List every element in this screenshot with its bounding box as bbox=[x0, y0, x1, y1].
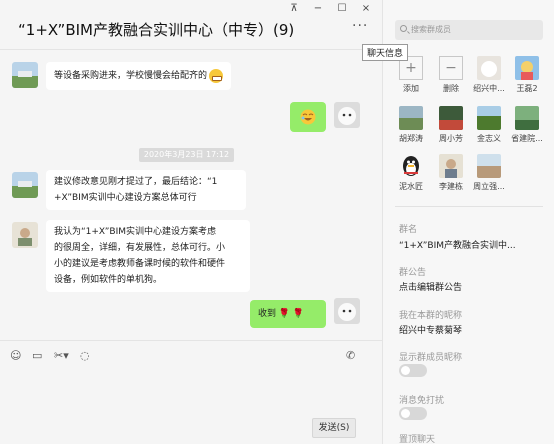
announcement-label: 群公告 bbox=[399, 268, 427, 278]
grin-emoji-icon bbox=[209, 68, 224, 83]
message-line: 建议修改意见刚才提过了，最后结论：“1 bbox=[54, 177, 218, 187]
minimize-button[interactable]: − bbox=[308, 3, 328, 14]
avatar bbox=[515, 106, 539, 130]
member-name: 李建栋 bbox=[439, 182, 463, 191]
my-avatar[interactable] bbox=[334, 298, 360, 324]
message-bubble[interactable]: 建议修改意见刚才提过了，最后结论：“1 +X”BIM实训中心建设方案总体可行 bbox=[46, 170, 246, 210]
member-name: 金志义 bbox=[477, 134, 501, 143]
member-item[interactable]: 李建栋 bbox=[435, 154, 467, 192]
sticker-bubble[interactable] bbox=[290, 102, 326, 132]
show-nicknames-label: 显示群成员昵称 bbox=[399, 353, 463, 363]
my-avatar[interactable] bbox=[334, 102, 360, 128]
maximize-button[interactable]: ☐ bbox=[332, 3, 352, 14]
member-item[interactable]: 胡郑涛 bbox=[395, 106, 427, 144]
member-item[interactable]: 泥水匠 bbox=[395, 154, 427, 192]
member-item[interactable]: 省建院... bbox=[511, 106, 543, 144]
group-name-label: 群名 bbox=[399, 225, 418, 235]
divider bbox=[395, 206, 543, 207]
message-bubble[interactable]: 我认为“1+X”BIM实训中心建设方案考虑 的很周全，详细，有发展性，总体可行。… bbox=[46, 220, 250, 292]
nickname-label: 我在本群的昵称 bbox=[399, 311, 463, 321]
emoji-icon[interactable]: ☺ bbox=[10, 349, 21, 362]
message-line: 设备，例如软件的单机狗。 bbox=[54, 275, 163, 285]
minus-icon: − bbox=[439, 56, 463, 80]
sender-avatar[interactable] bbox=[12, 222, 38, 248]
search-placeholder: 搜索群成员 bbox=[411, 25, 451, 34]
message-bubble[interactable]: 收到 🌹 🌹 bbox=[250, 300, 326, 328]
edit-announcement-link[interactable]: 点击编辑群公告 bbox=[399, 280, 462, 293]
member-item[interactable]: 周立强... bbox=[473, 154, 505, 192]
avatar bbox=[515, 56, 539, 80]
member-name: 绍兴中... bbox=[473, 84, 505, 93]
member-name: 泥水匠 bbox=[399, 182, 423, 191]
member-search-input[interactable]: 搜索群成员 bbox=[395, 20, 543, 40]
member-name: 添加 bbox=[403, 84, 419, 93]
do-not-disturb-toggle[interactable] bbox=[399, 407, 427, 420]
chat-info-tooltip: 聊天信息 bbox=[362, 44, 409, 61]
avatar bbox=[399, 154, 423, 178]
avatar bbox=[439, 106, 463, 130]
show-nicknames-toggle[interactable] bbox=[399, 364, 427, 377]
chat-toolbar: ☺ ▭ ✂▾ ◌ ✆ bbox=[0, 340, 382, 370]
member-name: 王磊2 bbox=[516, 84, 538, 93]
member-name: 胡郑涛 bbox=[399, 134, 423, 143]
message-text: 等设备采购进来，学校慢慢会给配齐的 bbox=[54, 71, 208, 81]
chat-pane: “1+X”BIM产教融合实训中心（中专）(9) ··· ⊼ − ☐ × 聊天信息… bbox=[0, 0, 409, 444]
do-not-disturb-label: 消息免打扰 bbox=[399, 396, 445, 406]
chat-info-panel: 搜索群成员 + 添加 − 删除 绍兴中... 王磊2 胡郑涛 周小芳 金志义 省… bbox=[382, 0, 554, 444]
phone-icon[interactable]: ✆ bbox=[346, 349, 355, 362]
member-item[interactable]: 周小芳 bbox=[435, 106, 467, 144]
chat-title: “1+X”BIM产教融合实训中心（中专）(9) bbox=[18, 21, 295, 39]
avatar bbox=[399, 106, 423, 130]
message-line: 的很周全，详细，有发展性，总体可行。小 bbox=[54, 243, 226, 253]
scissors-icon[interactable]: ✂▾ bbox=[54, 349, 69, 362]
add-member-button[interactable]: + 添加 bbox=[395, 56, 427, 94]
pin-chat-label: 置顶聊天 bbox=[399, 435, 436, 444]
message-text: 收到 🌹 🌹 bbox=[258, 309, 305, 319]
pin-window-button[interactable]: ⊼ bbox=[284, 3, 304, 14]
member-name: 周小芳 bbox=[439, 134, 463, 143]
sender-avatar[interactable] bbox=[12, 172, 38, 198]
laughing-emoji-icon bbox=[300, 109, 316, 125]
avatar bbox=[477, 56, 501, 80]
message-list[interactable]: 等设备采购进来，学校慢慢会给配齐的 2020年3月23日 17:12 建议修改意… bbox=[0, 50, 382, 340]
chat-header: “1+X”BIM产教融合实训中心（中专）(9) ··· ⊼ − ☐ × bbox=[0, 0, 382, 50]
message-input[interactable] bbox=[0, 370, 382, 414]
message-line: 小的建议是考虑教师备课时候的软件和硬件 bbox=[54, 259, 226, 269]
more-options-button[interactable]: ··· bbox=[352, 18, 368, 34]
member-name: 删除 bbox=[443, 84, 459, 93]
group-name-value[interactable]: “1+X”BIM产教融合实训中... bbox=[399, 238, 516, 251]
message-timestamp: 2020年3月23日 17:12 bbox=[139, 148, 234, 162]
member-name: 省建院... bbox=[511, 134, 543, 143]
avatar bbox=[477, 154, 501, 178]
member-item[interactable]: 金志义 bbox=[473, 106, 505, 144]
send-button[interactable]: 发送(S) bbox=[312, 418, 356, 438]
close-button[interactable]: × bbox=[356, 3, 376, 14]
nickname-value[interactable]: 绍兴中专蔡菊琴 bbox=[399, 323, 462, 336]
chat-bubble-icon[interactable]: ◌ bbox=[80, 349, 90, 362]
message-line: +X”BIM实训中心建设方案总体可行 bbox=[54, 193, 197, 203]
member-name: 周立强... bbox=[473, 182, 505, 191]
remove-member-button[interactable]: − 删除 bbox=[435, 56, 467, 94]
message-line: 我认为“1+X”BIM实训中心建设方案考虑 bbox=[54, 227, 216, 237]
avatar bbox=[477, 106, 501, 130]
member-item[interactable]: 王磊2 bbox=[511, 56, 543, 94]
search-icon bbox=[400, 25, 407, 32]
message-bubble[interactable]: 等设备采购进来，学校慢慢会给配齐的 bbox=[46, 62, 232, 90]
sender-avatar[interactable] bbox=[12, 62, 38, 88]
folder-icon[interactable]: ▭ bbox=[32, 349, 42, 362]
member-item[interactable]: 绍兴中... bbox=[473, 56, 505, 94]
avatar bbox=[439, 154, 463, 178]
